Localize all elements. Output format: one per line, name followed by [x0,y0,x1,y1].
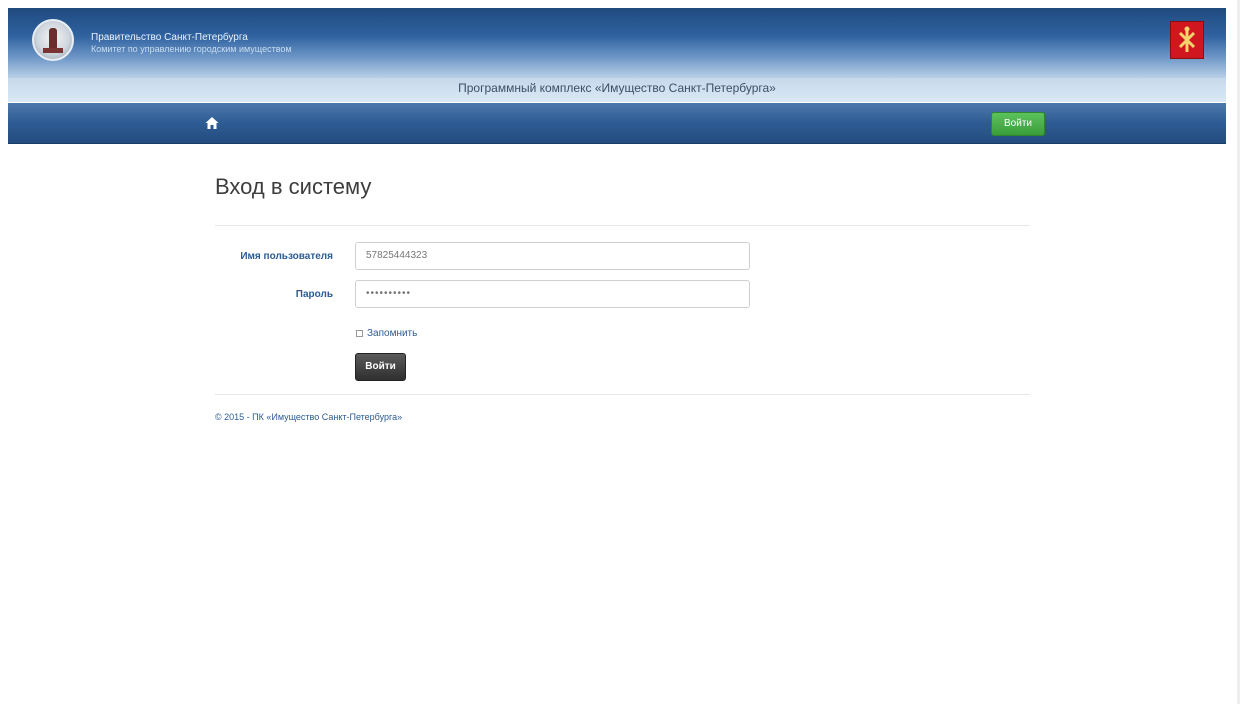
footer-copyright: © 2015 - ПК «Имущество Санкт-Петербурга» [215,412,403,422]
subtitle-strip: Программный комплекс «Имущество Санкт-Пе… [8,78,1226,102]
navbar: Войти [8,103,1226,144]
remember-me-label: Запомнить [367,328,418,339]
header-banner: Правительство Санкт-Петербурга Комитет п… [8,8,1226,78]
government-name: Правительство Санкт-Петербурга [91,32,248,43]
page-title: Вход в систему [215,174,372,199]
divider [215,394,1030,395]
nav-login-button[interactable]: Войти [991,112,1045,136]
checkbox-box[interactable] [356,330,363,337]
divider [215,225,1030,226]
app-subtitle: Программный комплекс «Имущество Санкт-Пе… [458,81,776,95]
submit-login-button[interactable]: Войти [355,353,406,381]
username-input[interactable]: 57825444323 [355,242,750,270]
home-icon[interactable] [204,115,220,131]
government-emblem-logo [32,19,74,61]
remember-me-checkbox[interactable]: Запомнить [356,328,417,339]
username-label: Имя пользователя [240,251,333,262]
password-label: Пароль [295,289,333,300]
city-flag-icon [1170,21,1204,59]
page: Правительство Санкт-Петербурга Комитет п… [0,0,1240,704]
password-input[interactable]: •••••••••• [355,280,750,308]
committee-name: Комитет по управлению городским имуществ… [91,44,292,54]
